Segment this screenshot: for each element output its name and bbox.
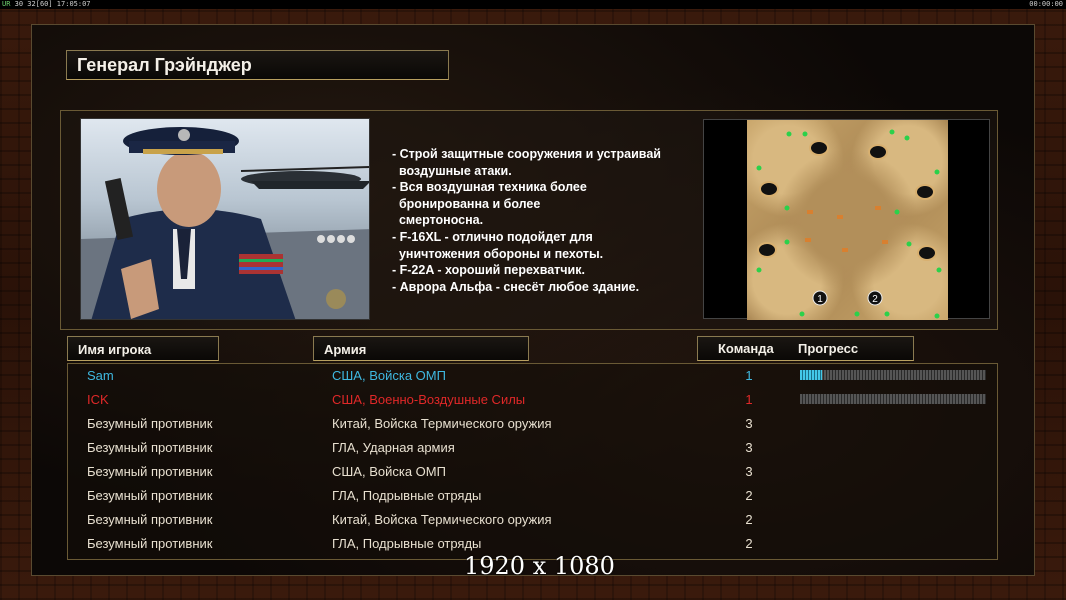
- player-army: Китай, Войска Термического оружия: [332, 416, 552, 431]
- player-name: Безумный противник: [87, 512, 213, 527]
- progress-fill: [800, 370, 823, 380]
- player-name: Sam: [87, 368, 114, 383]
- desc-line: - F-22A - хороший перехватчик.: [392, 263, 585, 278]
- players-table: Sam США, Войска ОМП 1 ICK США, Военно-Во…: [67, 363, 998, 560]
- desc-line: - Вся воздушная техника более: [392, 180, 587, 195]
- player-army: США, Военно-Воздушные Силы: [332, 392, 526, 407]
- player-army: США, Войска ОМП: [332, 464, 446, 479]
- start-position-1: 1: [817, 294, 823, 305]
- desc-line: воздушные атаки.: [392, 163, 512, 178]
- desc-line: - F-16XL - отлично подойдет для: [392, 229, 593, 244]
- desc-line: - Строй защитные сооружения и устраивай: [392, 147, 661, 161]
- general-portrait: [80, 118, 370, 320]
- header-team-progress: Команда Прогресс: [697, 336, 914, 361]
- player-army: ГЛА, Ударная армия: [332, 440, 455, 455]
- start-position-2: 2: [872, 294, 878, 305]
- player-row: Безумный противник Китай, Войска Термиче…: [68, 414, 999, 438]
- debug-topbar: UR 30 32[60] 17:05:07 00:00:00: [0, 0, 1066, 9]
- minimap-markers: 1 2: [756, 129, 942, 319]
- header-team: Команда: [718, 341, 774, 356]
- desc-line: уничтожения обороны и пехоты.: [392, 246, 604, 261]
- player-team: 1: [745, 368, 753, 383]
- player-team: 3: [745, 440, 753, 455]
- progress-bar: [800, 370, 986, 380]
- player-army: США, Войска ОМП: [332, 368, 446, 383]
- player-name: Безумный противник: [87, 536, 213, 551]
- player-team: 3: [745, 464, 753, 479]
- header-player-name: Имя игрока: [67, 336, 219, 361]
- player-row: Безумный противник Китай, Войска Термиче…: [68, 510, 999, 534]
- player-team: 2: [745, 536, 753, 551]
- clock-readout: 00:00:00: [1029, 0, 1063, 8]
- player-team: 1: [745, 392, 753, 407]
- player-name: Безумный противник: [87, 440, 213, 455]
- player-army: Китай, Войска Термического оружия: [332, 512, 552, 527]
- desc-line: бронированна и более: [392, 196, 541, 211]
- player-row: Безумный противник США, Войска ОМП 3: [68, 462, 999, 486]
- minimap: 1 2: [703, 119, 990, 320]
- general-portrait-image: [81, 127, 369, 319]
- fps-readout: UR 30 32[60] 17:05:07: [2, 0, 91, 8]
- resolution-watermark: 1920 x 1080: [464, 552, 615, 580]
- general-description: - Строй защитные сооружения и устраивай …: [392, 146, 698, 295]
- player-name: Безумный противник: [87, 416, 213, 431]
- player-army: ГЛА, Подрывные отряды: [332, 488, 482, 503]
- player-army: ГЛА, Подрывные отряды: [332, 536, 482, 551]
- player-row: Sam США, Войска ОМП 1: [68, 366, 999, 390]
- player-name: Безумный противник: [87, 488, 213, 503]
- desc-line: - Аврора Альфа - снесёт любое здание.: [392, 279, 640, 294]
- player-row: ICK США, Военно-Воздушные Силы 1: [68, 390, 999, 414]
- player-team: 2: [745, 488, 753, 503]
- player-name: ICK: [87, 392, 109, 407]
- desc-line: смертоносна.: [392, 213, 484, 228]
- player-name: Безумный противник: [87, 464, 213, 479]
- player-row: Безумный противник ГЛА, Ударная армия 3: [68, 438, 999, 462]
- progress-bar: [800, 394, 986, 404]
- general-title: Генерал Грэйнджер: [66, 50, 449, 80]
- player-team: 3: [745, 416, 753, 431]
- header-army: Армия: [313, 336, 529, 361]
- player-team: 2: [745, 512, 753, 527]
- header-progress: Прогресс: [798, 341, 859, 356]
- player-row: Безумный противник ГЛА, Подрывные отряды…: [68, 486, 999, 510]
